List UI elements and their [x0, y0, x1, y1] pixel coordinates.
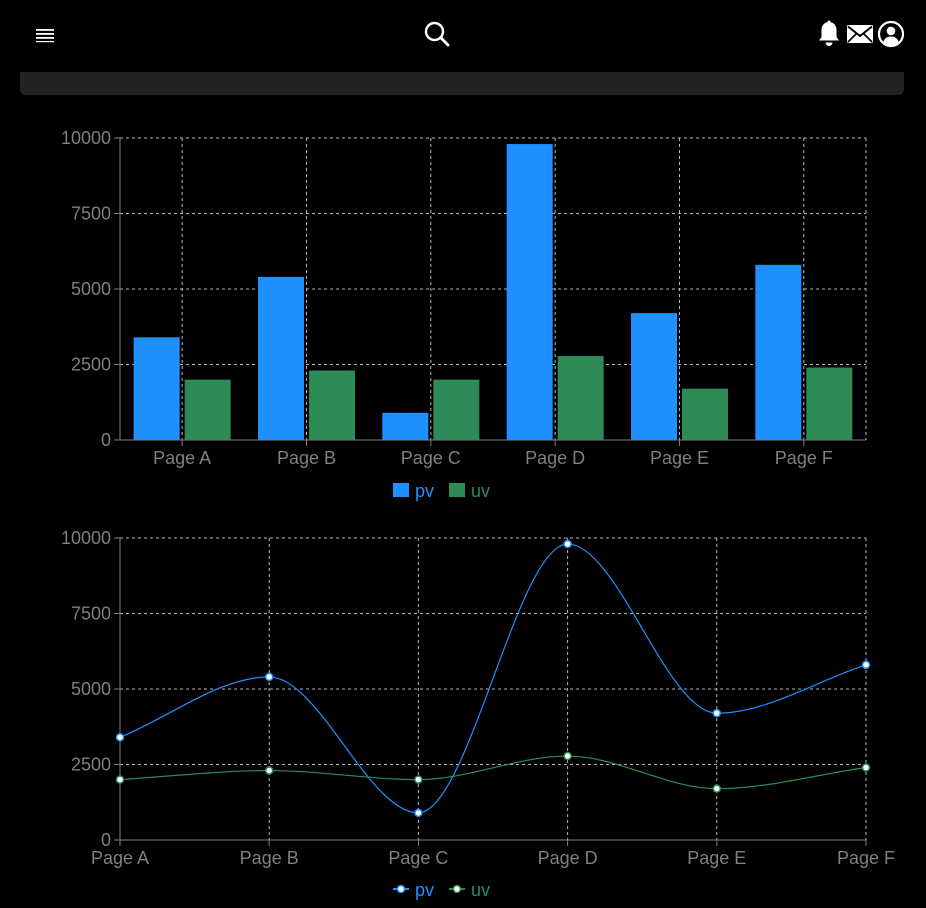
legend-label-pv: pv: [415, 880, 434, 900]
y-tick-label: 10000: [61, 528, 111, 548]
legend-marker-uv: [452, 884, 462, 894]
bar-pv-5: [755, 264, 802, 440]
y-tick-label: 0: [101, 830, 111, 850]
x-tick-label: Page F: [775, 448, 833, 468]
bar-pv-1: [258, 276, 304, 440]
point-uv-1: [264, 766, 274, 775]
line-chart: 0 2500 5000 7500 10000 Page A Page B Page C Page…: [61, 528, 895, 900]
y-tick-label: 7500: [71, 604, 111, 624]
legend-swatch-pv: [393, 483, 409, 497]
menu-icon: [36, 29, 54, 43]
y-tick-label: 5000: [71, 679, 111, 699]
bar-pv-3: [506, 144, 553, 440]
y-tick-label: 0: [101, 430, 111, 450]
point-pv-0: [115, 733, 125, 742]
messages-button[interactable]: [846, 22, 874, 46]
search-icon: [424, 21, 450, 47]
x-tick-label: Page A: [153, 448, 211, 468]
notifications-button[interactable]: [816, 20, 842, 48]
bar-pv-0: [133, 337, 180, 440]
legend-item-uv: uv: [449, 880, 490, 900]
bar-uv-3: [557, 356, 604, 440]
x-tick-label: Page B: [240, 848, 299, 868]
x-tick-label: Page E: [650, 448, 709, 468]
point-uv-0: [115, 775, 125, 784]
top-bar: [0, 0, 926, 70]
x-tick-label: Page A: [91, 848, 149, 868]
user-icon: [877, 20, 905, 48]
menu-button[interactable]: [33, 22, 57, 46]
line-pv: [119, 543, 867, 814]
y-tick-label: 2500: [71, 755, 111, 775]
legend-item-pv: pv: [393, 880, 434, 900]
bar-pv-2: [382, 412, 429, 440]
bell-icon: [819, 20, 839, 46]
legend-swatch-uv: [449, 483, 465, 497]
x-tick-label: Page E: [687, 848, 746, 868]
point-pv-5: [861, 660, 871, 670]
bar-pv-4: [631, 313, 677, 440]
legend-item-uv: uv: [449, 481, 490, 501]
x-tick-label: Page F: [837, 848, 895, 868]
bar-uv-2: [433, 379, 480, 440]
x-tick-label: Page B: [277, 448, 336, 468]
y-tick-label: 2500: [71, 355, 111, 375]
y-tick-label: 5000: [71, 279, 111, 299]
point-pv-1: [264, 672, 274, 682]
point-uv-5: [861, 763, 871, 772]
bar-uv-5: [806, 367, 853, 440]
mail-icon: [847, 25, 873, 43]
x-tick-label: Page D: [538, 848, 598, 868]
point-pv-3: [563, 539, 572, 549]
bar-uv-0: [184, 379, 231, 440]
legend-label-pv: pv: [415, 481, 434, 501]
legend-marker-pv: [396, 884, 406, 894]
legend-label-uv: uv: [471, 880, 490, 900]
bar-uv-4: [682, 388, 728, 440]
x-tick-label: Page C: [401, 448, 461, 468]
search-button[interactable]: [423, 20, 451, 48]
point-pv-4: [712, 708, 722, 718]
bar-uv-1: [309, 370, 355, 440]
y-tick-label: 7500: [71, 204, 111, 224]
legend-item-pv: pv: [393, 481, 434, 501]
point-uv-3: [563, 751, 572, 761]
line-uv: [119, 755, 867, 790]
x-tick-label: Page D: [525, 448, 585, 468]
point-pv-2: [414, 808, 423, 818]
y-tick-label: 10000: [61, 128, 111, 148]
point-uv-4: [712, 784, 722, 793]
account-button[interactable]: [877, 20, 905, 48]
bar-chart: 0 2500 5000 7500 10000 Page A Page B Page C Page…: [61, 128, 867, 501]
legend-label-uv: uv: [471, 481, 490, 501]
header-panel: [20, 72, 904, 95]
point-uv-2: [414, 775, 423, 784]
x-tick-label: Page C: [388, 848, 448, 868]
